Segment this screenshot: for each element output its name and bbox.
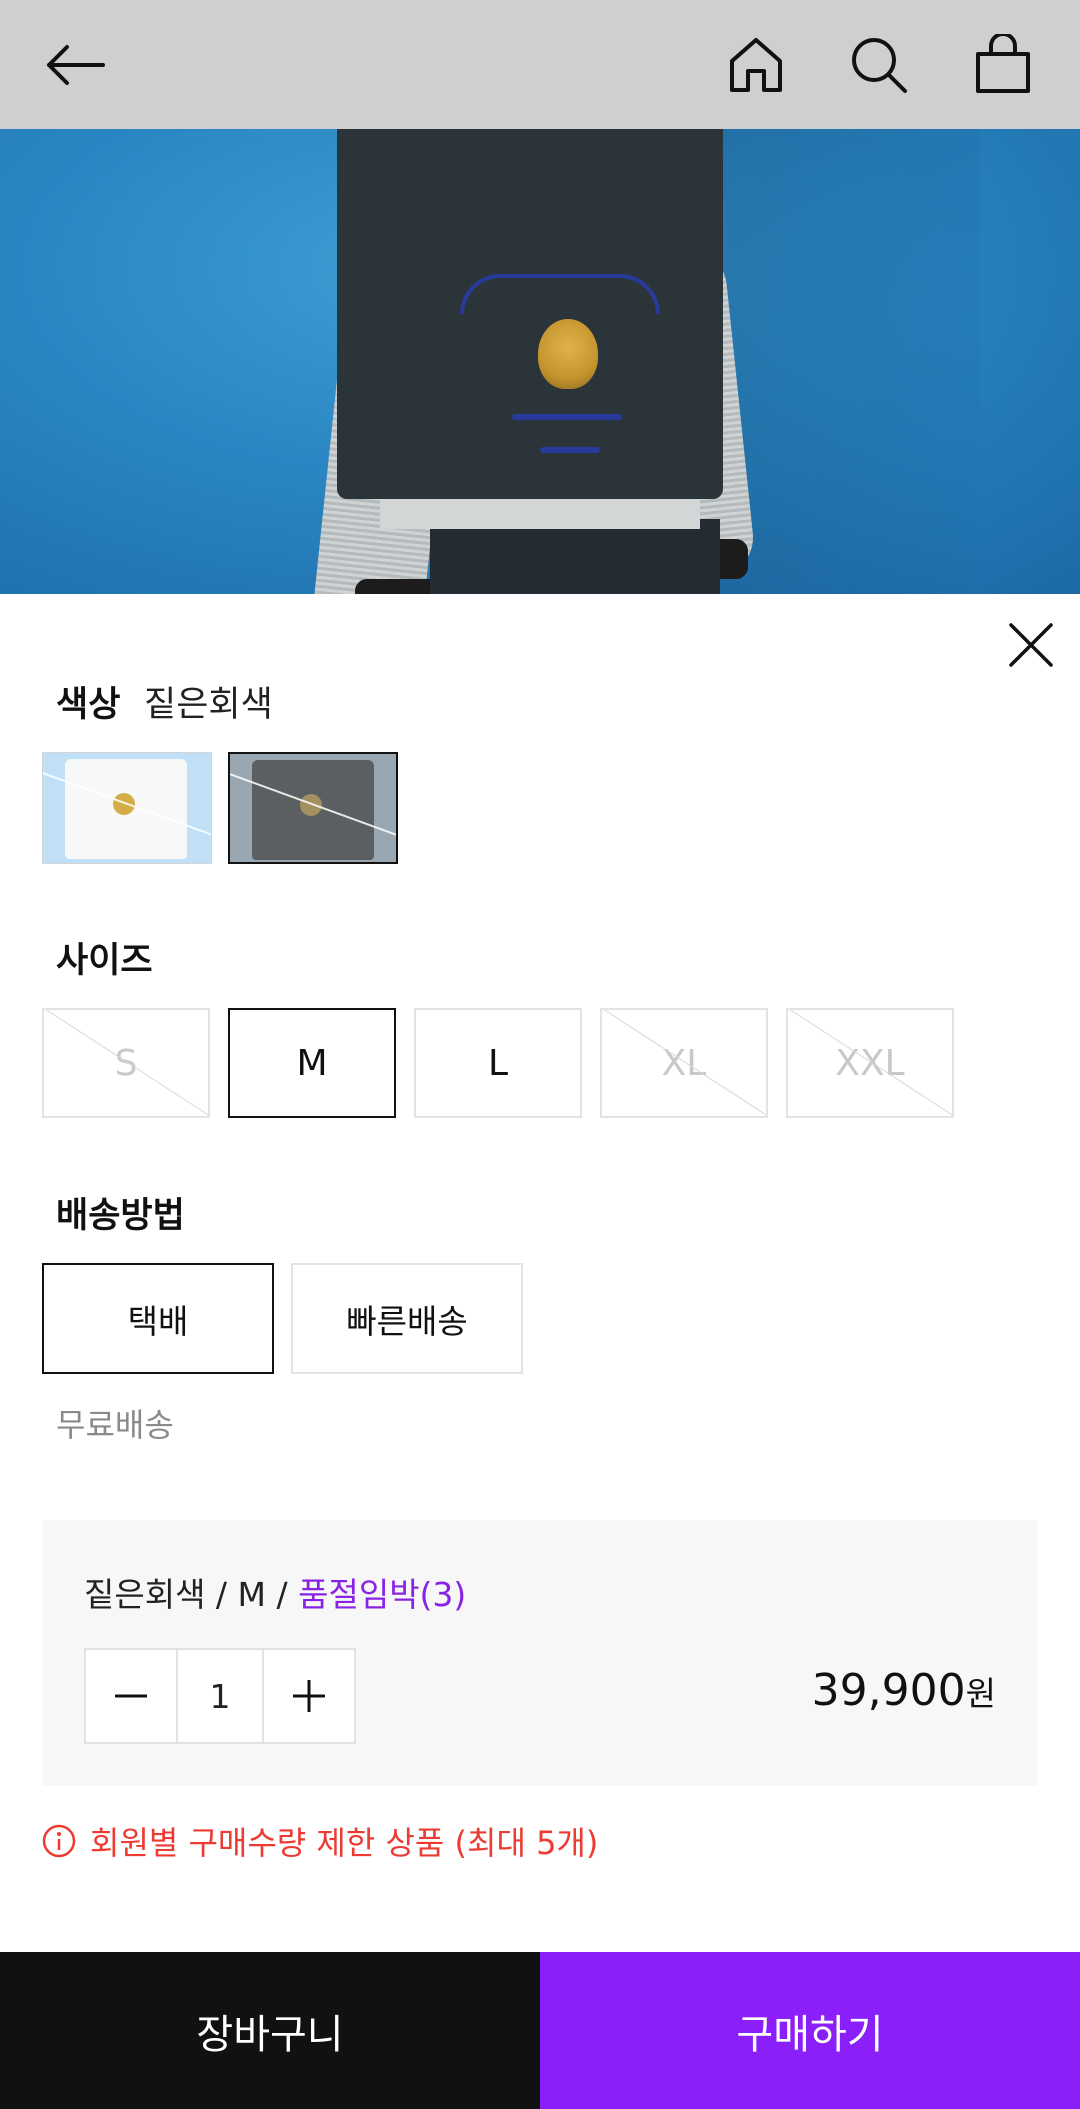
size-option-m[interactable]: M bbox=[228, 1008, 396, 1118]
product-image bbox=[0, 129, 1080, 594]
selected-color-value: 짙은회색 bbox=[144, 685, 273, 725]
quantity-stepper: 1 bbox=[84, 1648, 356, 1744]
cart-button[interactable] bbox=[958, 20, 1048, 110]
option-summary-text: 짙은회색 / M / bbox=[84, 1575, 299, 1614]
home-icon bbox=[730, 38, 782, 92]
close-icon bbox=[1009, 623, 1053, 667]
color-section-label: 색상 bbox=[56, 685, 121, 725]
close-button[interactable] bbox=[1003, 617, 1059, 673]
selected-option-box: 짙은회색 / M / 품절임박(3) 1 39,900원 bbox=[42, 1520, 1038, 1786]
info-icon bbox=[42, 1824, 76, 1858]
size-option-s[interactable]: S bbox=[42, 1008, 210, 1118]
price-amount: 39,900 bbox=[811, 1665, 966, 1716]
color-swatch-white[interactable] bbox=[42, 752, 212, 864]
decrease-quantity-button[interactable] bbox=[86, 1650, 176, 1742]
search-icon bbox=[852, 38, 907, 93]
selected-option-summary: 짙은회색 / M / 품절임박(3) bbox=[84, 1568, 466, 1616]
top-app-bar bbox=[0, 0, 1080, 129]
increase-quantity-button[interactable] bbox=[264, 1650, 354, 1742]
size-option-l[interactable]: L bbox=[414, 1008, 582, 1118]
shopping-bag-icon bbox=[976, 34, 1030, 93]
size-section-label: 사이즈 bbox=[56, 941, 153, 981]
home-button[interactable] bbox=[711, 20, 801, 110]
arrow-left-icon bbox=[47, 45, 105, 85]
price-currency: 원 bbox=[965, 1674, 996, 1713]
size-option-xxl[interactable]: XXL bbox=[786, 1008, 954, 1118]
minus-icon bbox=[115, 1694, 147, 1698]
free-shipping-note: 무료배송 bbox=[56, 1406, 174, 1444]
plus-icon bbox=[293, 1680, 325, 1712]
notice-text: 회원별 구매수량 제한 상품 (최대 5개) bbox=[90, 1824, 599, 1862]
size-option-xl[interactable]: XL bbox=[600, 1008, 768, 1118]
purchase-limit-notice: 회원별 구매수량 제한 상품 (최대 5개) bbox=[42, 1818, 598, 1864]
stock-status: 품절임박(3) bbox=[298, 1575, 467, 1614]
buy-now-button[interactable]: 구매하기 bbox=[540, 1952, 1080, 2109]
shipping-section-label: 배송방법 bbox=[56, 1196, 185, 1236]
lion-graphic bbox=[538, 319, 598, 389]
price: 39,900원 bbox=[812, 1665, 996, 1716]
search-button[interactable] bbox=[834, 20, 924, 110]
quantity-value[interactable]: 1 bbox=[176, 1650, 264, 1742]
back-button[interactable] bbox=[30, 20, 120, 110]
bottom-action-bar: 장바구니 구매하기 bbox=[0, 1952, 1080, 2109]
color-swatch-dark-gray[interactable] bbox=[228, 752, 398, 864]
shipping-option-express[interactable]: 빠른배송 bbox=[291, 1263, 523, 1374]
add-to-cart-button[interactable]: 장바구니 bbox=[0, 1952, 540, 2109]
shipping-option-parcel[interactable]: 택배 bbox=[42, 1263, 274, 1374]
